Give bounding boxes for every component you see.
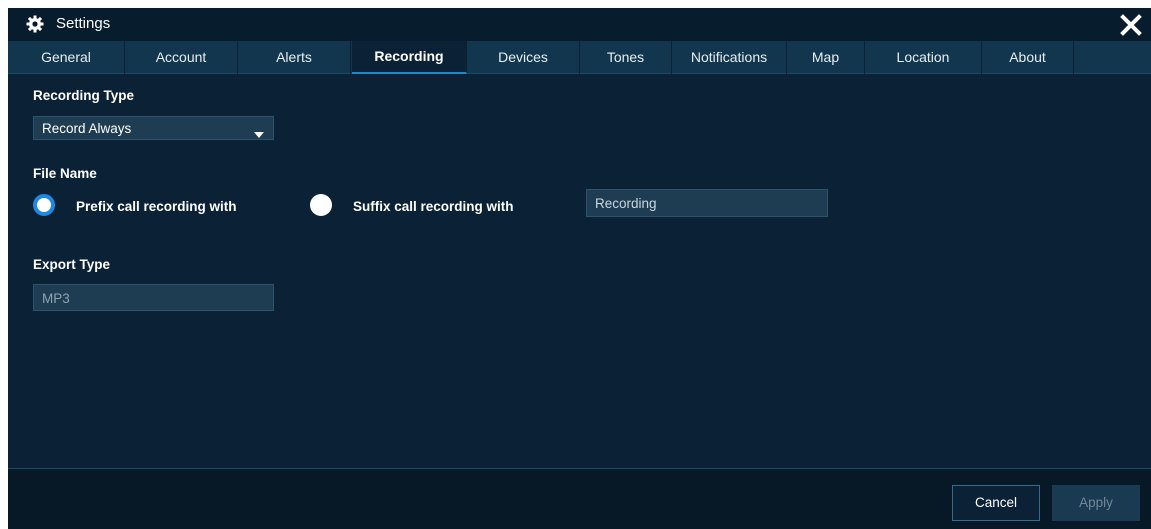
apply-button[interactable]: Apply <box>1052 485 1140 521</box>
window-title: Settings <box>56 15 111 32</box>
export-type-label: Export Type <box>33 257 111 272</box>
cancel-button[interactable]: Cancel <box>952 485 1040 521</box>
footer-bar: Cancel Apply <box>8 468 1151 529</box>
tab-account[interactable]: Account <box>125 41 238 74</box>
chevron-down-icon <box>254 126 264 138</box>
file-name-label: File Name <box>33 166 97 181</box>
tab-map[interactable]: Map <box>787 41 865 74</box>
gear-icon <box>26 15 44 33</box>
recording-type-select[interactable]: Record Always <box>33 116 274 140</box>
export-type-field: MP3 <box>33 284 274 311</box>
tab-location[interactable]: Location <box>865 41 982 74</box>
tab-devices[interactable]: Devices <box>467 41 580 74</box>
export-type-value: MP3 <box>42 291 70 306</box>
settings-window: Settings General Account Alerts Recordin… <box>8 8 1151 529</box>
tab-bar: General Account Alerts Recording Devices… <box>8 41 1151 74</box>
tab-recording[interactable]: Recording <box>352 41 467 74</box>
file-name-input[interactable] <box>586 189 828 217</box>
tab-alerts[interactable]: Alerts <box>238 41 351 74</box>
tab-tones[interactable]: Tones <box>580 41 672 74</box>
prefix-radio[interactable] <box>33 194 55 216</box>
close-icon[interactable] <box>1119 12 1143 38</box>
tab-about[interactable]: About <box>982 41 1074 74</box>
recording-type-value: Record Always <box>42 121 132 136</box>
title-bar: Settings <box>8 8 1151 41</box>
tab-notifications[interactable]: Notifications <box>672 41 787 74</box>
suffix-radio[interactable] <box>310 194 332 216</box>
tab-general[interactable]: General <box>8 41 125 74</box>
suffix-radio-label: Suffix call recording with <box>353 199 514 214</box>
prefix-radio-label: Prefix call recording with <box>76 199 237 214</box>
recording-type-label: Recording Type <box>33 88 135 103</box>
